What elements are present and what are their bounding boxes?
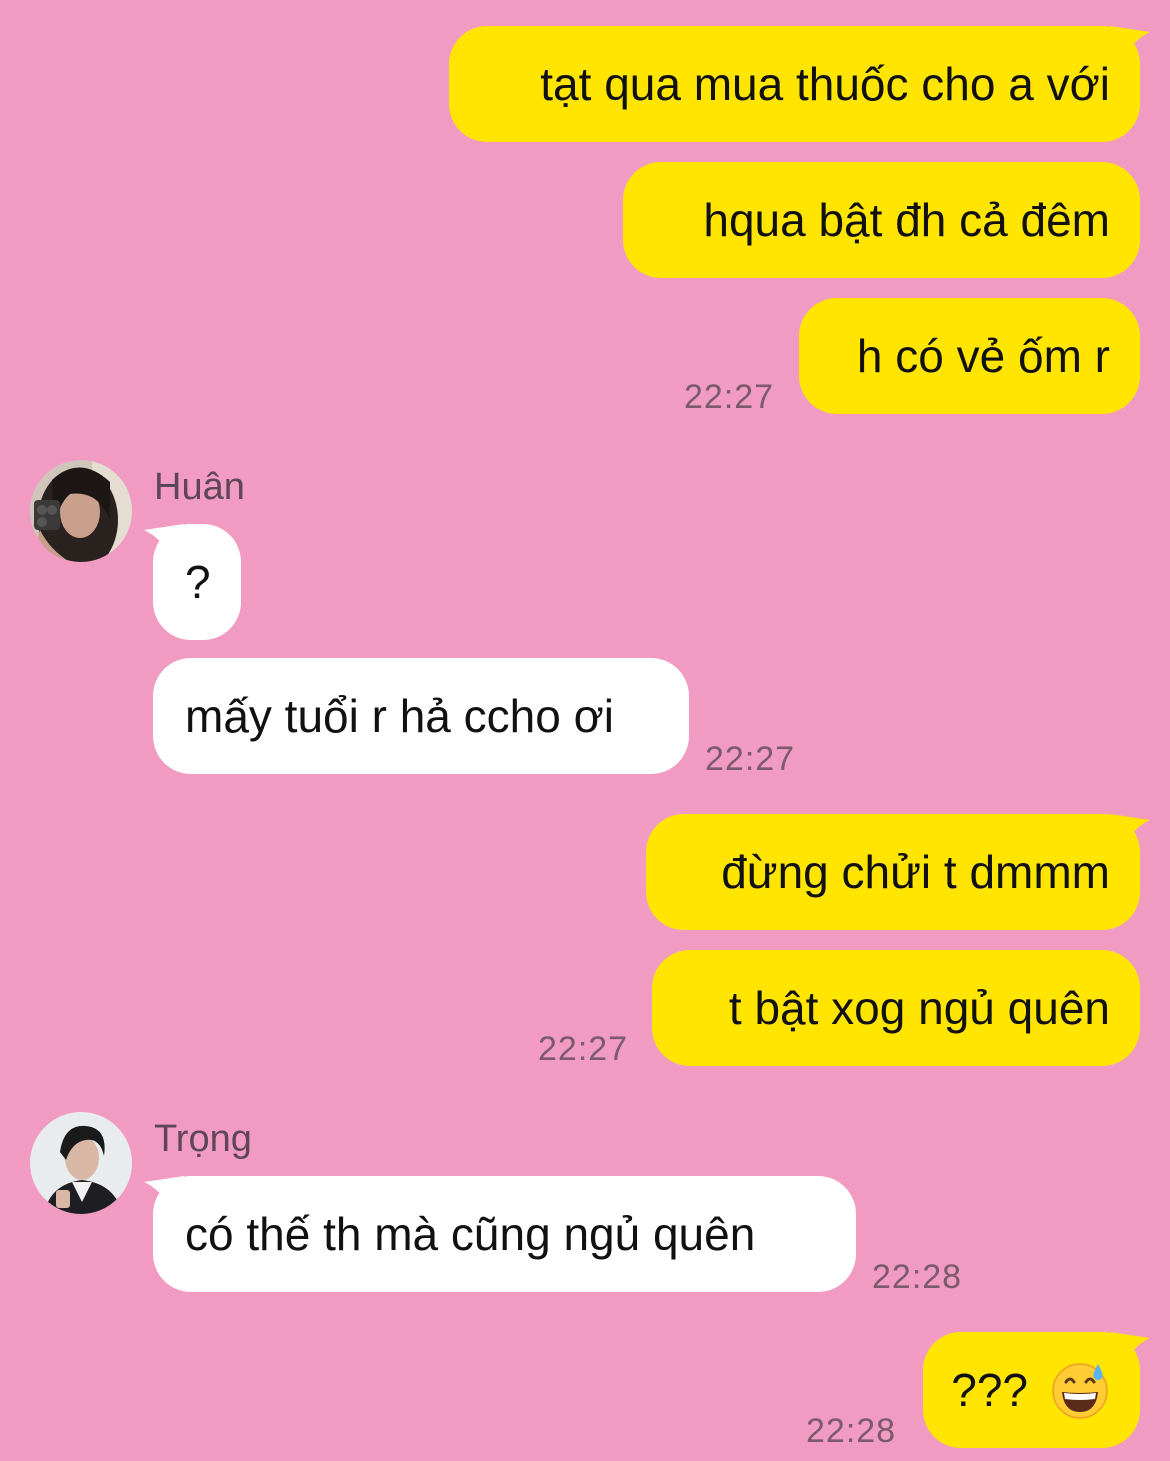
- message-timestamp: 22:28: [806, 1412, 897, 1450]
- message-text: ???: [951, 1364, 1028, 1416]
- message-timestamp: 22:27: [538, 1030, 629, 1068]
- message-text: hqua bật đh cả đêm: [703, 194, 1110, 246]
- message-text: ?: [185, 556, 211, 608]
- outgoing-message[interactable]: đừng chửi t dmmm: [646, 814, 1140, 930]
- message-text: t bật xog ngủ quên: [728, 982, 1110, 1034]
- outgoing-message[interactable]: hqua bật đh cả đêm: [623, 162, 1140, 278]
- outgoing-message[interactable]: h có vẻ ốm r: [799, 298, 1140, 414]
- bubble-tail: [144, 524, 184, 560]
- outgoing-message[interactable]: ???: [923, 1332, 1140, 1448]
- outgoing-message[interactable]: t bật xog ngủ quên: [652, 950, 1140, 1066]
- bubble-tail: [144, 1176, 184, 1212]
- message-text: h có vẻ ốm r: [856, 330, 1110, 382]
- incoming-message[interactable]: có thế th mà cũng ngủ quên: [153, 1176, 856, 1292]
- message-text: mấy tuổi r hả ccho ơi: [185, 690, 615, 742]
- bubble-tail: [1110, 26, 1150, 62]
- outgoing-message[interactable]: tạt qua mua thuốc cho a với: [449, 26, 1140, 142]
- sender-name: Trọng: [154, 1118, 252, 1160]
- grinning-face-with-sweat-icon: [1052, 1363, 1108, 1419]
- sender-name: Huân: [154, 466, 245, 508]
- avatar[interactable]: [30, 1112, 132, 1214]
- message-timestamp: 22:27: [705, 740, 796, 778]
- bubble-tail: [1110, 814, 1150, 850]
- message-text: đừng chửi t dmmm: [721, 846, 1110, 898]
- bubble-tail: [1110, 1332, 1150, 1368]
- incoming-message[interactable]: mấy tuổi r hả ccho ơi: [153, 658, 689, 774]
- message-timestamp: 22:28: [872, 1258, 963, 1296]
- message-timestamp: 22:27: [684, 378, 775, 416]
- message-text: có thế th mà cũng ngủ quên: [185, 1208, 756, 1260]
- message-text: tạt qua mua thuốc cho a với: [540, 58, 1110, 110]
- avatar[interactable]: [30, 460, 132, 562]
